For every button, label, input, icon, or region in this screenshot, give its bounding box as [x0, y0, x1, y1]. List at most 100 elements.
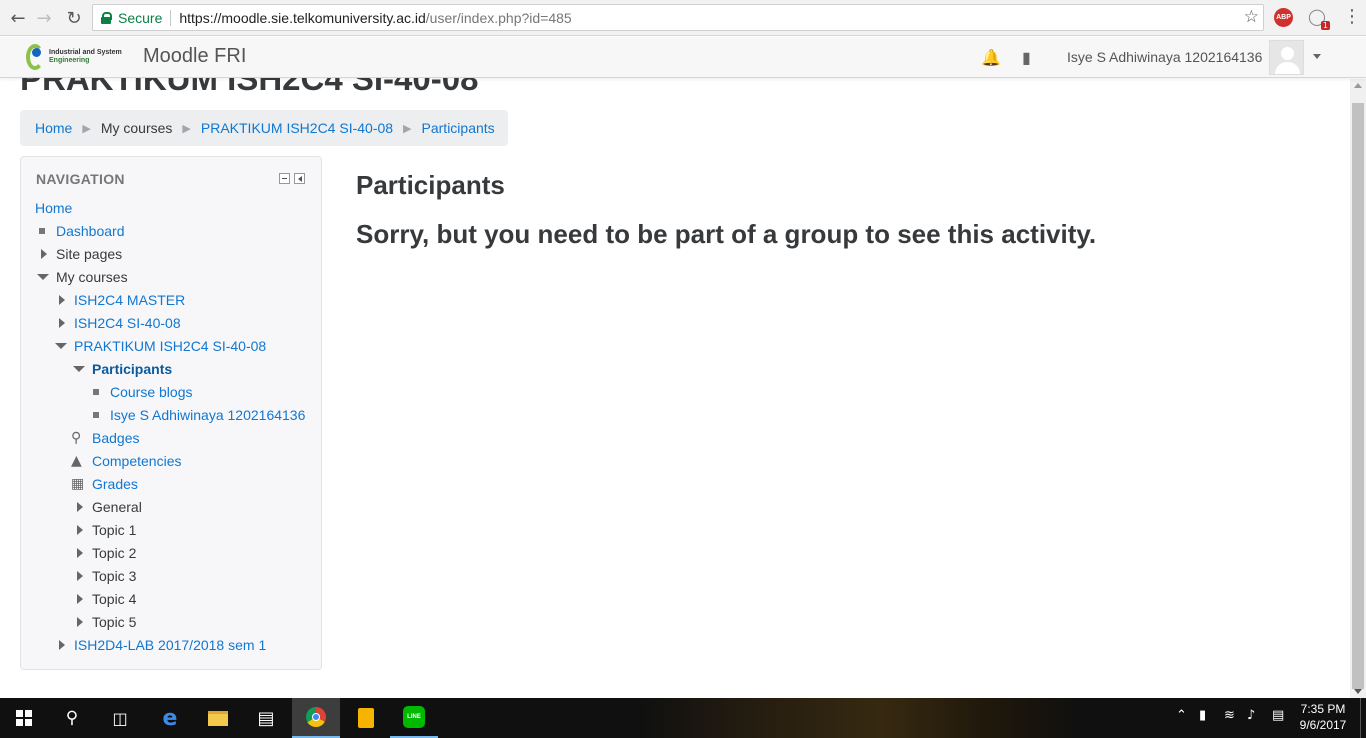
bullet-icon [93, 412, 99, 418]
nav-item-label: Topic 3 [92, 568, 137, 584]
breadcrumb-home[interactable]: Home [35, 120, 72, 136]
navigation-block-title: NAVIGATION [36, 171, 125, 187]
adblock-extension-icon[interactable]: ABP [1274, 8, 1293, 27]
nav-item-course-ish2d4-lab[interactable]: ISH2D4-LAB 2017/2018 sem 1 [57, 635, 266, 655]
expand-arrow-icon [77, 502, 83, 512]
clock-date: 9/6/2017 [1299, 718, 1347, 732]
nav-item-label: Topic 5 [92, 614, 137, 630]
nav-item-home[interactable]: Home [35, 198, 72, 218]
reload-icon[interactable]: ↻ [62, 6, 86, 30]
scrollbar-thumb[interactable] [1352, 103, 1364, 689]
user-menu-name[interactable]: Isye S Adhiwinaya 1202164136 [1067, 49, 1262, 65]
breadcrumb-course[interactable]: PRAKTIKUM ISH2C4 SI-40-08 [201, 120, 393, 136]
site-header: Industrial and System Engineering Moodle… [0, 37, 1366, 78]
shield-extension-icon[interactable]: ◯ 1 [1308, 7, 1330, 30]
clock-time: 7:35 PM [1300, 702, 1346, 716]
expand-arrow-icon [59, 295, 65, 305]
windows-taskbar: ⚲ ◫ e ▤ LINE ⌃ ▮ ≋ ♪ ▤ 7:35 PM 9/6/2017 [0, 698, 1366, 738]
address-separator [170, 9, 172, 26]
site-logo[interactable]: Industrial and System Engineering [24, 41, 134, 73]
nav-item-label: ISH2C4 MASTER [74, 292, 186, 308]
nav-item-topic-4[interactable]: Topic 4 [75, 589, 136, 609]
bullet-icon [39, 228, 45, 234]
show-hidden-icons-icon[interactable]: ⌃ [1176, 708, 1187, 723]
show-desktop-button[interactable] [1360, 698, 1361, 738]
nav-item-user[interactable]: Isye S Adhiwinaya 1202164136 [93, 405, 305, 425]
nav-item-topic-1[interactable]: Topic 1 [75, 520, 136, 540]
extension-badge: 1 [1320, 21, 1330, 30]
expand-arrow-icon [77, 548, 83, 558]
messages-icon[interactable]: ▮ [1022, 48, 1031, 67]
nav-item-topic-2[interactable]: Topic 2 [75, 543, 136, 563]
action-center-icon[interactable]: ▤ [1272, 708, 1284, 723]
nav-item-site-pages[interactable]: Site pages [39, 244, 122, 264]
nav-item-course-ish2c4-si-40-08[interactable]: ISH2C4 SI-40-08 [57, 313, 181, 333]
trophy-icon: ⚲ [71, 430, 82, 446]
nav-item-competencies[interactable]: ▲ Competencies [71, 451, 182, 471]
edge-browser-icon[interactable]: e [146, 698, 194, 738]
collapse-arrow-icon [55, 343, 67, 349]
scroll-up-icon[interactable] [1354, 83, 1362, 88]
nav-item-general[interactable]: General [75, 497, 142, 517]
notifications-bell-icon[interactable]: 🔔 [981, 48, 1001, 67]
nav-item-my-courses[interactable]: My courses [37, 267, 128, 287]
nav-item-label: ISH2D4-LAB 2017/2018 sem 1 [74, 637, 267, 653]
avatar[interactable] [1269, 40, 1304, 75]
volume-icon[interactable]: ♪ [1247, 708, 1255, 723]
nav-item-topic-3[interactable]: Topic 3 [75, 566, 136, 586]
collapse-arrow-icon [73, 366, 85, 372]
keep-icon[interactable] [342, 698, 390, 738]
nav-item-grades[interactable]: ▦ Grades [71, 474, 138, 494]
browser-menu-icon[interactable]: ⋮ [1343, 8, 1361, 26]
nav-item-label: PRAKTIKUM ISH2C4 SI-40-08 [74, 338, 267, 354]
bookmark-star-icon[interactable]: ☆ [1244, 7, 1259, 27]
page-scrollbar[interactable] [1350, 79, 1366, 698]
nav-item-dashboard[interactable]: Dashboard [39, 221, 125, 241]
site-name[interactable]: Moodle FRI [143, 45, 246, 68]
nav-item-course-praktikum[interactable]: PRAKTIKUM ISH2C4 SI-40-08 [55, 336, 267, 356]
line-app-icon[interactable]: LINE [390, 698, 438, 738]
user-menu-caret-icon[interactable] [1313, 54, 1321, 59]
expand-arrow-icon [77, 617, 83, 627]
nav-item-course-blogs[interactable]: Course blogs [93, 382, 193, 402]
breadcrumb-my-courses: My courses [100, 120, 173, 136]
expand-arrow-icon [41, 249, 47, 259]
nav-item-course-ish2c4-master[interactable]: ISH2C4 MASTER [57, 290, 185, 310]
file-explorer-icon[interactable] [194, 698, 242, 738]
nav-item-label: Competencies [92, 453, 182, 469]
navigation-block: NAVIGATION Home Dashboard Site pages My … [20, 156, 322, 670]
nav-item-badges[interactable]: ⚲ Badges [71, 428, 139, 448]
url-host: https://moodle.sie.telkomuniversity.ac.i… [179, 9, 426, 26]
forward-icon[interactable]: → [32, 6, 56, 30]
collapse-arrow-icon [37, 274, 49, 280]
search-icon[interactable]: ⚲ [48, 698, 96, 738]
collapse-block-icon[interactable] [279, 173, 290, 184]
taskbar-clock[interactable]: 7:35 PM 9/6/2017 [1298, 701, 1348, 733]
nav-item-label: Topic 4 [92, 591, 137, 607]
scroll-down-icon[interactable] [1354, 689, 1362, 694]
wifi-icon[interactable]: ≋ [1224, 708, 1235, 723]
expand-arrow-icon [59, 318, 65, 328]
participants-heading: Participants [356, 170, 505, 200]
nav-item-label: Dashboard [56, 223, 125, 239]
breadcrumb-participants[interactable]: Participants [422, 120, 495, 136]
battery-icon[interactable]: ▮ [1199, 708, 1206, 723]
logo-text: Industrial and System Engineering [49, 49, 122, 65]
nav-item-label: Participants [92, 361, 173, 377]
nav-item-label: My courses [56, 269, 128, 285]
competencies-icon: ▲ [71, 453, 82, 469]
address-bar[interactable]: Secure https://moodle.sie.telkomuniversi… [92, 4, 1264, 31]
start-button[interactable] [0, 698, 48, 738]
dock-block-icon[interactable] [294, 173, 305, 184]
back-icon[interactable]: ← [6, 6, 30, 30]
nav-item-topic-5[interactable]: Topic 5 [75, 612, 136, 632]
breadcrumb-separator-icon: ▶ [182, 121, 191, 135]
task-view-icon[interactable]: ◫ [96, 698, 144, 738]
breadcrumb: Home ▶ My courses ▶ PRAKTIKUM ISH2C4 SI-… [20, 110, 508, 146]
lock-icon [101, 11, 112, 24]
url-path: /user/index.php?id=485 [425, 9, 572, 26]
chrome-taskbar-icon[interactable] [292, 698, 340, 738]
taskbar-wallpaper [640, 698, 1080, 738]
nav-item-participants[interactable]: Participants [73, 359, 173, 379]
store-icon[interactable]: ▤ [242, 698, 290, 738]
